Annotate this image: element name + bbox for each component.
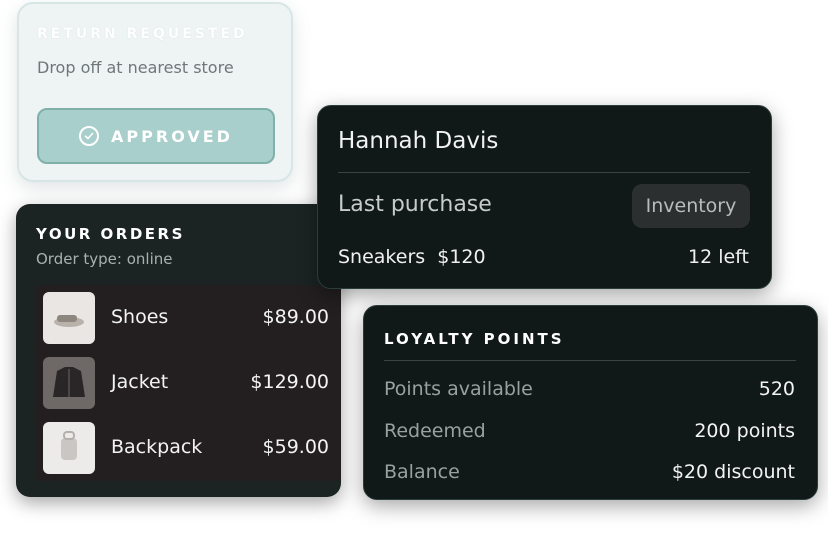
order-price: $59.00	[262, 436, 329, 458]
order-name: Backpack	[111, 436, 203, 458]
return-subtitle: Drop off at nearest store	[37, 58, 234, 77]
order-name: Shoes	[111, 306, 169, 328]
order-name: Jacket	[111, 371, 169, 393]
balance-label: Balance	[384, 461, 460, 483]
order-row-backpack[interactable]: Backpack $59.00	[36, 422, 341, 474]
last-purchase-product: Sneakers $120	[338, 246, 486, 268]
order-row-jacket[interactable]: Jacket $129.00	[36, 357, 341, 409]
balance-value: $20 discount	[671, 461, 795, 483]
orders-list: Shoes $89.00 Jacket $129.00 Backpack $59…	[36, 285, 341, 481]
check-circle-icon	[79, 126, 100, 146]
loyalty-title: LOYALTY POINTS	[384, 330, 565, 348]
redeemed-value: 200 points	[694, 420, 795, 442]
divider	[384, 360, 796, 361]
jacket-thumbnail	[43, 357, 95, 409]
redeemed-label: Redeemed	[384, 420, 486, 442]
orders-card: YOUR ORDERS Order type: online Shoes $89…	[16, 204, 341, 497]
backpack-thumbnail	[43, 422, 95, 474]
shoes-thumbnail	[43, 292, 95, 344]
inventory-button[interactable]: Inventory	[632, 184, 750, 228]
return-request-card: RETURN REQUESTED Drop off at nearest sto…	[17, 2, 293, 182]
order-price: $129.00	[250, 371, 329, 393]
customer-name: Hannah Davis	[338, 128, 499, 154]
approved-button[interactable]: APPROVED	[37, 108, 275, 164]
loyalty-card: LOYALTY POINTS Points available 520 Rede…	[363, 305, 818, 500]
points-available-label: Points available	[384, 378, 533, 400]
stock-remaining: 12 left	[688, 246, 749, 268]
points-available-value: 520	[758, 378, 795, 400]
return-title: RETURN REQUESTED	[37, 26, 248, 42]
approved-label: APPROVED	[111, 126, 233, 146]
order-price: $89.00	[262, 306, 329, 328]
last-purchase-label: Last purchase	[338, 192, 492, 217]
orders-title: YOUR ORDERS	[36, 225, 185, 243]
order-type: Order type: online	[36, 250, 173, 268]
divider	[338, 172, 750, 173]
order-row-shoes[interactable]: Shoes $89.00	[36, 292, 341, 344]
customer-card: Hannah Davis Last purchase Inventory Sne…	[317, 105, 772, 289]
